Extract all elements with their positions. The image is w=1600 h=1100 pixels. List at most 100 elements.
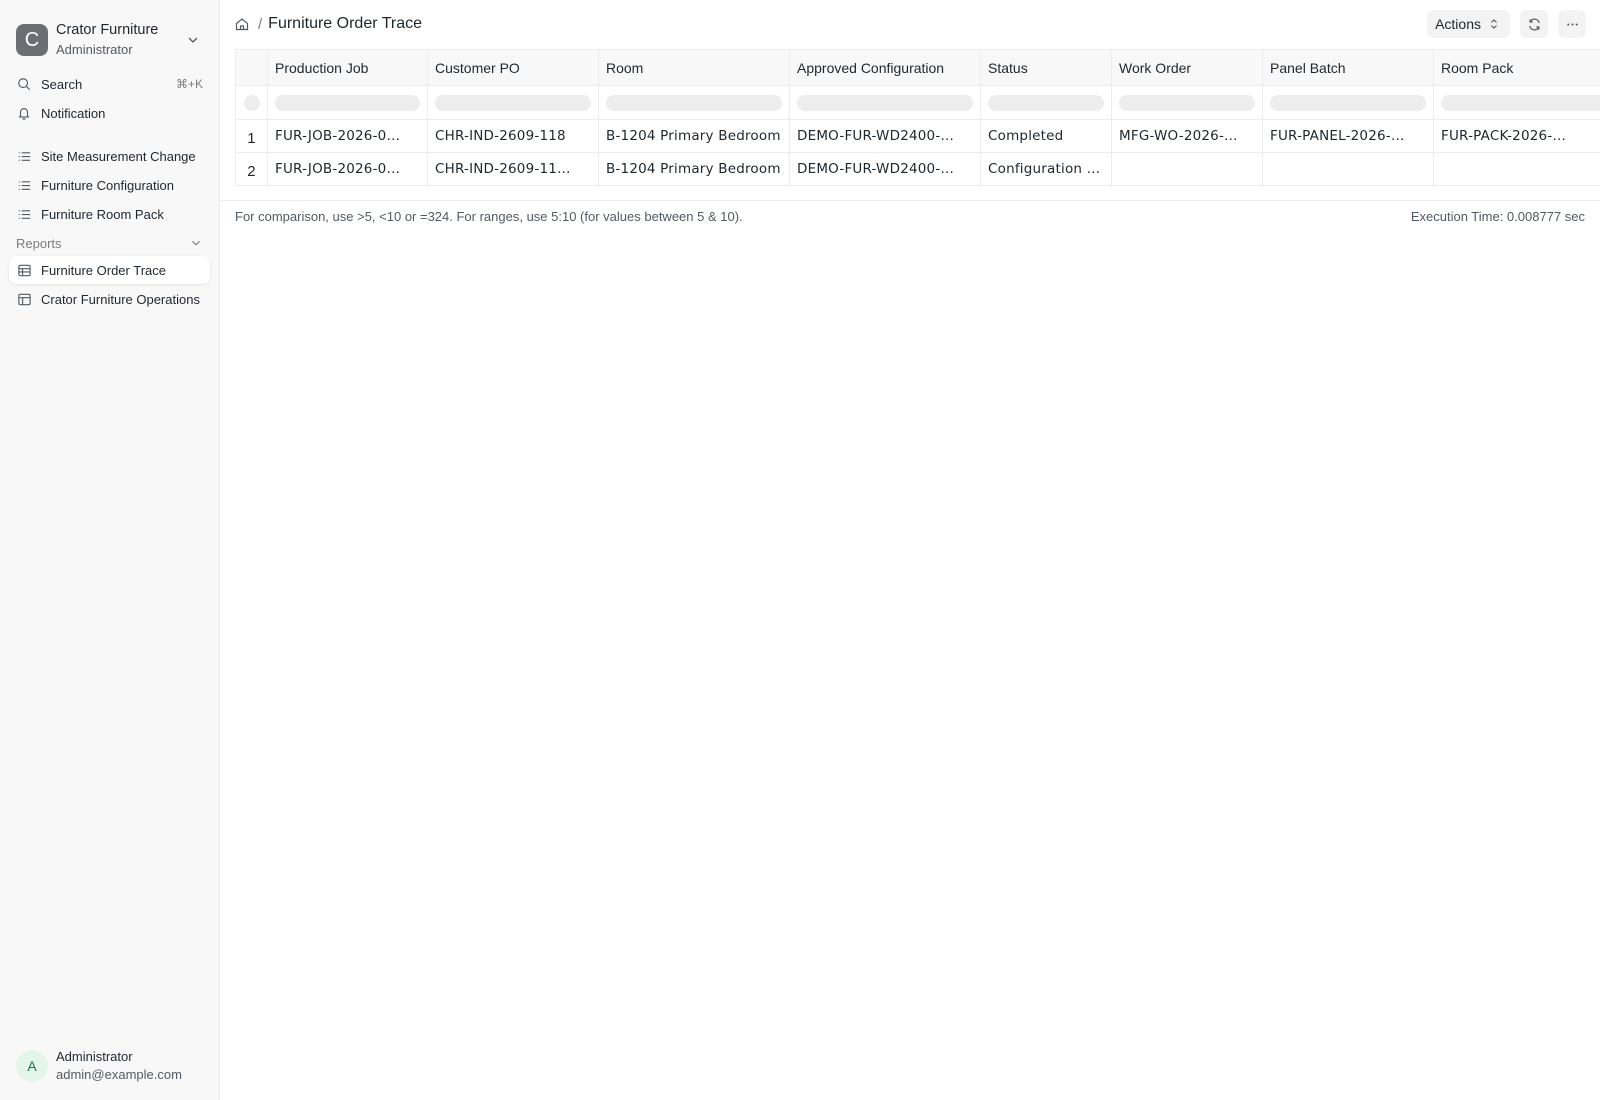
sidebar-item-label: Crator Furniture Operations — [41, 291, 200, 307]
search-label: Search — [41, 76, 83, 92]
select-all-checkbox[interactable] — [243, 94, 260, 111]
table-cell[interactable]: CHR-IND-2609-118 — [427, 119, 599, 153]
list-icon — [16, 206, 32, 222]
table-cell[interactable]: DEMO-FUR-WD2400-… — [789, 119, 981, 153]
table-cell[interactable]: B-1204 Primary Bedroom — [598, 152, 790, 186]
user-name: Administrator — [56, 1048, 133, 1064]
filter-cell — [789, 85, 981, 120]
avatar: A — [16, 1049, 48, 1082]
filter-hint: For comparison, use >5, <10 or =324. For… — [235, 209, 743, 224]
column-header-room-pack[interactable]: Room Pack — [1433, 49, 1600, 86]
filter-cell — [427, 85, 599, 120]
filter-cell — [235, 85, 268, 120]
home-icon[interactable] — [234, 15, 252, 33]
sidebar-item-label: Furniture Configuration — [41, 177, 174, 193]
user-email: admin@example.com — [56, 1066, 182, 1082]
filter-input-panel-batch[interactable] — [1270, 94, 1426, 111]
search-button[interactable]: Search ⌘+K — [9, 70, 210, 98]
filter-input-production-job[interactable] — [275, 94, 420, 111]
column-header-customer-po[interactable]: Customer PO — [427, 49, 599, 86]
actions-label: Actions — [1435, 16, 1481, 32]
table-cell[interactable]: MFG-WO-2026-… — [1111, 119, 1263, 153]
filter-input-room[interactable] — [606, 94, 782, 111]
filter-input-room-pack[interactable] — [1441, 94, 1600, 111]
table-cell[interactable] — [1111, 152, 1263, 186]
table-cell[interactable]: B-1204 Primary Bedroom — [598, 119, 790, 153]
table-icon — [16, 262, 32, 278]
column-header-production-job[interactable]: Production Job — [267, 49, 428, 86]
workspace-logo: C — [16, 24, 48, 56]
more-horizontal-icon — [1566, 22, 1578, 26]
filter-cell — [980, 85, 1112, 120]
table-cell[interactable]: FUR-JOB-2026-0… — [267, 119, 428, 153]
refresh-icon — [1528, 18, 1540, 30]
filter-cell — [1111, 85, 1263, 120]
sidebar-item-furniture-order-trace[interactable]: Furniture Order Trace — [9, 256, 210, 284]
refresh-button[interactable] — [1520, 10, 1548, 38]
execution-time: Execution Time: 0.008777 sec — [1410, 209, 1585, 224]
table-cell[interactable]: FUR-PACK-2026-… — [1433, 119, 1600, 153]
filter-cell — [1433, 85, 1600, 120]
table-cell[interactable] — [1262, 152, 1434, 186]
sidebar-item-furniture-configuration[interactable]: Furniture Configuration — [9, 171, 210, 199]
topbar: / Furniture Order Trace Actions — [220, 0, 1600, 48]
table-row[interactable]: 2 FUR-JOB-2026-0… CHR-IND-2609-11… B-120… — [235, 152, 1600, 186]
sidebar-item-furniture-room-pack[interactable]: Furniture Room Pack — [9, 200, 210, 228]
reports-section-label: Reports — [16, 235, 62, 251]
table-cell[interactable]: DEMO-FUR-WD2400-… — [789, 152, 981, 186]
filter-cell — [598, 85, 790, 120]
workspace-switcher[interactable]: C Crator Furniture Administrator — [0, 0, 219, 66]
table-header-row: Production Job Customer PO Room Approved… — [235, 49, 1600, 86]
more-options-button[interactable] — [1558, 10, 1586, 38]
report-footer: For comparison, use >5, <10 or =324. For… — [235, 209, 1585, 224]
actions-button[interactable]: Actions — [1427, 10, 1510, 38]
column-header-work-order[interactable]: Work Order — [1111, 49, 1263, 86]
sidebar-item-label: Site Measurement Change — [41, 148, 196, 164]
filter-input-work-order[interactable] — [1119, 94, 1255, 111]
filter-cell — [1262, 85, 1434, 120]
filter-input-customer-po[interactable] — [435, 94, 591, 111]
column-header-panel-batch[interactable]: Panel Batch — [1262, 49, 1434, 86]
column-header-room[interactable]: Room — [598, 49, 790, 86]
table-cell[interactable]: FUR-PANEL-2026-… — [1262, 119, 1434, 153]
footer-divider — [220, 200, 1600, 201]
breadcrumb-separator: / — [258, 15, 263, 33]
row-index: 2 — [235, 152, 268, 186]
table-cell[interactable]: Completed — [980, 119, 1112, 153]
filter-input-status[interactable] — [988, 94, 1104, 111]
filter-input-approved-configuration[interactable] — [797, 94, 973, 111]
table-cell[interactable]: FUR-JOB-2026-0… — [267, 152, 428, 186]
filter-row — [235, 85, 1600, 120]
notification-label: Notification — [41, 105, 106, 121]
sidebar-item-label: Furniture Order Trace — [41, 262, 166, 278]
table-cell[interactable]: CHR-IND-2609-11… — [427, 152, 599, 186]
bell-icon — [16, 105, 32, 121]
main-content: / Furniture Order Trace Actions Producti… — [220, 0, 1600, 1100]
reports-section-toggle[interactable]: Reports — [9, 230, 210, 256]
table-cell[interactable]: Configuration H… — [980, 152, 1112, 186]
table-row[interactable]: 1 FUR-JOB-2026-0… CHR-IND-2609-118 B-120… — [235, 119, 1600, 153]
list-icon — [16, 148, 32, 164]
sidebar-item-site-measurement-change[interactable]: Site Measurement Change — [9, 142, 210, 170]
chevron-up-down-icon — [1491, 19, 1497, 29]
column-header-status[interactable]: Status — [980, 49, 1112, 86]
dashboard-icon — [16, 291, 32, 307]
page-title: Furniture Order Trace — [268, 15, 422, 32]
sidebar-item-crator-furniture-operations[interactable]: Crator Furniture Operations — [9, 285, 210, 313]
filter-cell — [267, 85, 428, 120]
search-icon — [16, 76, 32, 92]
table-cell[interactable] — [1433, 152, 1600, 186]
chevron-down-icon — [188, 37, 198, 43]
notification-button[interactable]: Notification — [9, 99, 210, 127]
list-icon — [16, 177, 32, 193]
chevron-down-icon — [192, 240, 200, 246]
workspace-role: Administrator — [56, 42, 133, 57]
search-shortcut: ⌘+K — [175, 77, 203, 91]
column-header-approved-configuration[interactable]: Approved Configuration — [789, 49, 981, 86]
user-menu[interactable]: A Administrator admin@example.com — [16, 1048, 182, 1084]
sidebar-item-label: Furniture Room Pack — [41, 206, 164, 222]
sidebar: C Crator Furniture Administrator Search … — [0, 0, 220, 1100]
report-table: Production Job Customer PO Room Approved… — [235, 49, 1600, 186]
row-index: 1 — [235, 119, 268, 153]
breadcrumb: / Furniture Order Trace — [234, 15, 1417, 33]
